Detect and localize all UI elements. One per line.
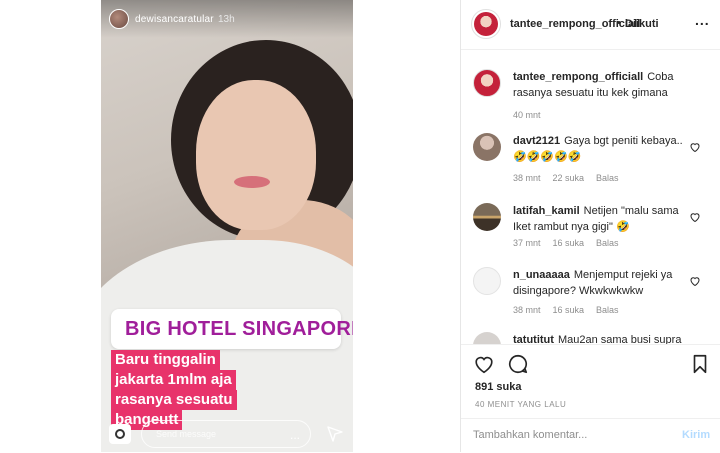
comment-avatar[interactable] — [473, 203, 501, 231]
send-message-placeholder: Send message — [156, 429, 217, 439]
comment-meta: 38 mnt 22 suka Balas — [513, 173, 631, 183]
story-viewer[interactable]: dewisancaratular 13h BIG HOTEL SINGAPORE… — [101, 0, 353, 452]
heart-icon[interactable] — [689, 275, 701, 287]
heart-icon[interactable] — [689, 141, 701, 153]
comment-avatar[interactable] — [473, 69, 501, 97]
like-count[interactable]: 891 suka — [475, 381, 521, 393]
more-options-icon[interactable]: ... — [290, 428, 300, 442]
comment-likes[interactable]: 22 suka — [553, 173, 585, 183]
comment-text: davt2121 Gaya bgt peniti kebaya.. 🤣🤣🤣🤣🤣 — [513, 133, 683, 165]
comment-username[interactable]: tatutitut — [513, 334, 554, 344]
add-comment-input[interactable] — [473, 429, 663, 441]
comment-username[interactable]: davt2121 — [513, 135, 560, 147]
story-pane: dewisancaratular 13h BIG HOTEL SINGAPORE… — [0, 0, 461, 452]
post-comment-button[interactable]: Kirim — [682, 429, 710, 441]
like-heart-icon[interactable] — [473, 353, 495, 375]
location-sticker[interactable]: BIG HOTEL SINGAPORE — [111, 309, 353, 349]
comment-meta: 40 mnt — [513, 110, 553, 120]
comment-text: latifah_kamil Netijen "malu sama Iket ram… — [513, 203, 683, 235]
post-time: 40 MENIT YANG LALU — [475, 400, 567, 409]
add-comment-bar: Kirim — [461, 418, 720, 453]
comment-username[interactable]: latifah_kamil — [513, 205, 580, 217]
comment-reply-button[interactable]: Balas — [596, 238, 619, 248]
comment-text: tantee_rempong_officiall Coba rasanya ses… — [513, 69, 683, 101]
location-label: BIG HOTEL SINGAPORE — [125, 317, 353, 340]
profile-logo — [474, 12, 498, 36]
camera-icon[interactable] — [109, 424, 131, 444]
comment-reply-button[interactable]: Balas — [596, 173, 619, 183]
comment-time: 37 mnt — [513, 238, 541, 248]
comment-avatar[interactable] — [473, 267, 501, 295]
story-username[interactable]: dewisancaratular — [135, 14, 214, 25]
comment-text: tatutitut Mau2an sama busi supra — [513, 332, 683, 344]
following-button[interactable]: Diikuti — [625, 18, 659, 30]
comments-list[interactable]: tantee_rempong_officiall Coba rasanya ses… — [461, 51, 720, 344]
story-photo-face — [196, 80, 316, 230]
story-reply-bar: Send message ... — [101, 414, 353, 452]
send-icon[interactable] — [327, 426, 343, 442]
comment-reply-button[interactable]: Balas — [596, 305, 619, 315]
caption-line: rasanya sesuatu — [111, 390, 237, 410]
more-options-icon[interactable]: ... — [695, 12, 710, 28]
post-panel: tantee_rempong_officiall • Diikuti ... t… — [461, 0, 720, 452]
heart-icon[interactable] — [689, 211, 701, 223]
comment-content: Mau2an sama busi supra — [557, 334, 682, 344]
profile-avatar[interactable] — [471, 9, 501, 39]
comment-time: 38 mnt — [513, 305, 541, 315]
send-message-field[interactable]: Send message ... — [141, 420, 311, 448]
comment-meta: 37 mnt 16 suka Balas — [513, 238, 631, 248]
story-header: dewisancaratular 13h — [101, 0, 353, 38]
comment-text: n_unaaaaa Menjemput rejeki ya disingapore… — [513, 267, 683, 299]
comment-likes[interactable]: 16 suka — [553, 305, 585, 315]
comment-bubble-icon[interactable] — [507, 353, 529, 375]
post-actions: 891 suka 40 MENIT YANG LALU Kirim — [461, 344, 720, 452]
caption-line: jakarta 1mlm aja — [111, 370, 236, 390]
separator-dot: • — [617, 17, 621, 29]
comment-time: 40 mnt — [513, 110, 541, 120]
comment-username[interactable]: tantee_rempong_officiall — [513, 71, 643, 83]
comment-meta: 38 mnt 16 suka Balas — [513, 305, 631, 315]
post-header: tantee_rempong_officiall • Diikuti ... — [461, 0, 720, 50]
story-photo-lips — [234, 176, 270, 188]
bookmark-icon[interactable] — [689, 353, 711, 375]
comment-avatar[interactable] — [473, 133, 501, 161]
comment-avatar[interactable] — [473, 332, 501, 344]
story-avatar[interactable] — [109, 9, 129, 29]
comment-likes[interactable]: 16 suka — [553, 238, 585, 248]
caption-line: Baru tinggalin — [111, 350, 220, 370]
comment-username[interactable]: n_unaaaaa — [513, 269, 570, 281]
comment-time: 38 mnt — [513, 173, 541, 183]
story-time: 13h — [218, 14, 235, 25]
